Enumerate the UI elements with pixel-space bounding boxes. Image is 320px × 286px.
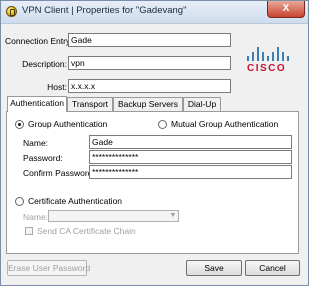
title-bar: VPN Client | Properties for "Gadevang" X	[1, 1, 308, 24]
certificate-auth-label: Certificate Authentication	[28, 196, 123, 206]
connection-entry-input[interactable]: Gade	[68, 33, 231, 47]
group-password-input[interactable]: **************	[89, 150, 292, 164]
authentication-panel: Group Authentication Mutual Group Authen…	[6, 111, 299, 254]
group-name-label: Name:	[23, 138, 49, 148]
vpn-lock-icon	[6, 6, 17, 17]
group-password-label: Password:	[23, 153, 63, 163]
cert-name-label: Name:	[23, 212, 49, 222]
confirm-password-input[interactable]: **************	[89, 165, 292, 179]
cancel-button[interactable]: Cancel	[245, 260, 300, 276]
description-label: Description:	[22, 59, 67, 69]
description-input[interactable]: vpn	[68, 56, 231, 70]
chevron-down-icon: ▼	[169, 212, 177, 219]
tab-dial-up[interactable]: Dial-Up	[183, 97, 221, 111]
host-input[interactable]: x.x.x.x	[68, 79, 231, 93]
group-auth-label: Group Authentication	[28, 119, 108, 129]
group-auth-radio[interactable]	[15, 120, 24, 129]
cisco-logo-text: CISCO	[247, 63, 287, 74]
cert-name-select[interactable]: ▼	[48, 210, 179, 222]
mutual-group-auth-radio[interactable]	[158, 120, 167, 129]
close-button[interactable]: X	[267, 1, 305, 18]
group-name-input[interactable]: Gade	[89, 135, 292, 149]
send-ca-chain-checkbox[interactable]	[25, 227, 33, 235]
cisco-logo-bars	[247, 47, 289, 61]
mutual-group-auth-label: Mutual Group Authentication	[171, 119, 279, 129]
send-ca-chain-label: Send CA Certificate Chain	[37, 226, 136, 236]
tab-authentication[interactable]: Authentication	[7, 96, 67, 112]
erase-user-password-button[interactable]: Erase User Password	[7, 260, 90, 276]
save-button[interactable]: Save	[186, 260, 242, 276]
tab-backup-servers[interactable]: Backup Servers	[113, 97, 183, 111]
confirm-password-label: Confirm Password:	[23, 168, 95, 178]
certificate-auth-radio[interactable]	[15, 197, 24, 206]
connection-entry-label: Connection Entry:	[5, 36, 73, 46]
tab-transport[interactable]: Transport	[67, 97, 113, 111]
host-label: Host:	[47, 82, 67, 92]
vpn-properties-window: VPN Client | Properties for "Gadevang" X…	[0, 0, 309, 286]
window-title: VPN Client | Properties for "Gadevang"	[22, 5, 187, 16]
